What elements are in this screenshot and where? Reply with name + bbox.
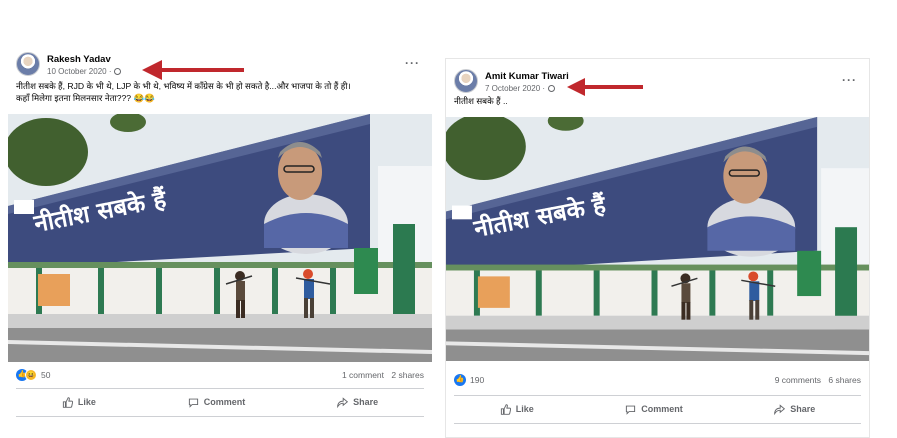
share-button[interactable]: Share bbox=[337, 396, 378, 408]
poster bbox=[477, 276, 510, 308]
facebook-post-right: Amit Kumar Tiwari 7 October 2020 · ··· न… bbox=[445, 58, 870, 438]
globe-icon bbox=[114, 68, 122, 75]
post-date[interactable]: 10 October 2020 · bbox=[47, 67, 122, 76]
more-horizontal-icon[interactable]: ··· bbox=[842, 73, 857, 87]
reaction-summary[interactable]: 👍 190 bbox=[454, 374, 484, 386]
more-horizontal-icon[interactable]: ··· bbox=[405, 56, 420, 70]
divider bbox=[454, 395, 861, 396]
footpath bbox=[8, 314, 432, 328]
banner-logo bbox=[451, 205, 472, 220]
facebook-post-left: Rakesh Yadav 10 October 2020 · ··· नीतीश… bbox=[8, 42, 432, 438]
share-count[interactable]: 2 shares bbox=[391, 370, 424, 380]
poster bbox=[354, 248, 378, 294]
divider bbox=[16, 388, 424, 389]
comment-count[interactable]: 1 comment bbox=[342, 370, 384, 380]
globe-icon bbox=[548, 85, 556, 92]
banner-photo: नीतीश सबके हैं bbox=[446, 117, 869, 361]
reaction-count: 50 bbox=[41, 370, 51, 380]
divider bbox=[16, 416, 424, 417]
post-caption: नीतीश सबके हैं .. bbox=[454, 95, 861, 107]
author-avatar[interactable] bbox=[16, 52, 40, 76]
footpath bbox=[446, 315, 869, 330]
red-arrow bbox=[567, 78, 643, 96]
action-bar: Like Comment Share bbox=[454, 398, 861, 420]
thumbs-up-icon bbox=[500, 403, 511, 415]
share-button[interactable]: Share bbox=[774, 403, 815, 415]
banner-logo bbox=[14, 200, 34, 214]
post-stats: 👍😆 50 1 comment 2 shares bbox=[16, 368, 424, 384]
like-button[interactable]: Like bbox=[62, 396, 96, 408]
post-caption: नीतीश सबके हैं, RJD के भी थे, LJP के भी … bbox=[16, 80, 424, 104]
post-date[interactable]: 7 October 2020 · bbox=[485, 84, 556, 93]
share-icon bbox=[774, 403, 786, 415]
red-arrow bbox=[142, 60, 244, 80]
reaction-count: 190 bbox=[470, 375, 485, 385]
share-icon bbox=[337, 396, 349, 408]
banner-photo: नीतीश सबके हैं bbox=[8, 114, 432, 362]
share-count[interactable]: 6 shares bbox=[828, 375, 861, 385]
action-bar: Like Comment Share bbox=[16, 391, 424, 413]
post-stats: 👍 190 9 comments 6 shares bbox=[454, 373, 861, 389]
comment-button[interactable]: Comment bbox=[625, 404, 683, 415]
comment-icon bbox=[188, 398, 198, 408]
thumbs-up-icon bbox=[62, 396, 73, 408]
author-name[interactable]: Amit Kumar Tiwari bbox=[485, 71, 569, 82]
comment-icon bbox=[626, 405, 636, 415]
post-photo[interactable]: नीतीश सबके हैं bbox=[8, 114, 432, 362]
author-avatar[interactable] bbox=[454, 69, 478, 93]
author-name[interactable]: Rakesh Yadav bbox=[47, 54, 111, 65]
caption-line: नीतीश सबके हैं .. bbox=[454, 96, 508, 106]
post-photo[interactable]: नीतीश सबके हैं bbox=[446, 117, 869, 361]
haha-reaction-icon: 😆 bbox=[25, 369, 37, 381]
reaction-summary[interactable]: 👍😆 50 bbox=[16, 369, 50, 381]
divider bbox=[454, 423, 861, 424]
poster bbox=[797, 250, 822, 297]
like-reaction-icon: 👍 bbox=[454, 374, 466, 386]
comment-count[interactable]: 9 comments bbox=[775, 375, 821, 385]
caption-line: नीतीश सबके हैं, RJD के भी थे, LJP के भी … bbox=[16, 81, 351, 91]
caption-line: कहाँ मिलेगा इतना मिलनसार नेता??? 😂😂 bbox=[16, 93, 155, 103]
comment-button[interactable]: Comment bbox=[188, 397, 245, 408]
poster bbox=[38, 274, 70, 306]
like-button[interactable]: Like bbox=[500, 403, 534, 415]
